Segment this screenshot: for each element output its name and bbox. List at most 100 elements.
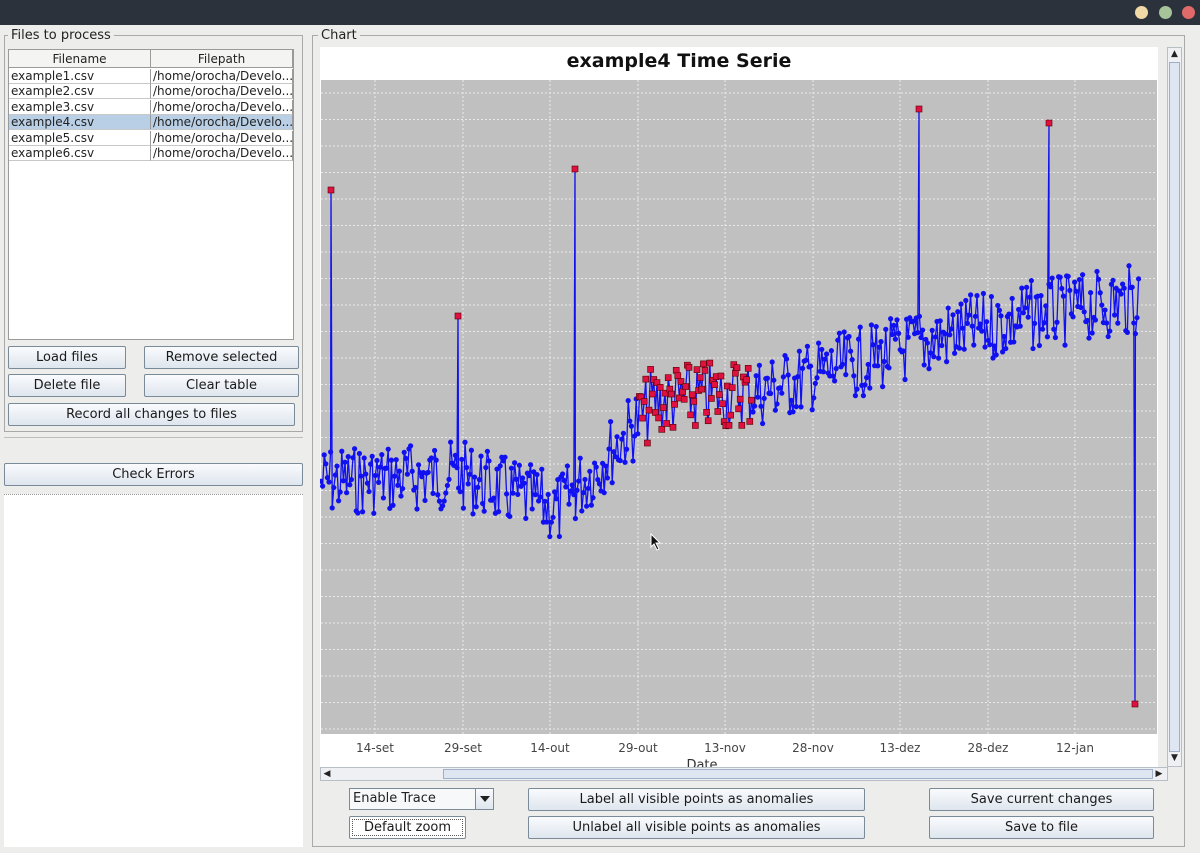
anomaly-point[interactable] <box>688 391 696 399</box>
series-point[interactable] <box>344 490 350 496</box>
series-point[interactable] <box>504 491 510 497</box>
series-point[interactable] <box>444 482 450 489</box>
series-point[interactable] <box>339 448 345 454</box>
chart-horizontal-scrollbar[interactable]: ◀ ▶ <box>320 767 1168 781</box>
filename-cell[interactable]: example6.csv <box>9 146 151 161</box>
series-point[interactable] <box>627 418 633 424</box>
series-point[interactable] <box>1136 276 1142 282</box>
filename-cell[interactable]: example3.csv <box>9 99 151 115</box>
series-point[interactable] <box>521 480 527 486</box>
series-point[interactable] <box>777 385 783 391</box>
series-point[interactable] <box>585 485 591 492</box>
series-point[interactable] <box>593 464 599 470</box>
series-point[interactable] <box>1105 333 1111 340</box>
series-point[interactable] <box>1097 290 1103 296</box>
series-point[interactable] <box>840 361 846 367</box>
series-point[interactable] <box>811 395 817 401</box>
anomaly-point[interactable] <box>733 364 741 371</box>
series-point[interactable] <box>480 500 486 507</box>
series-point[interactable] <box>945 305 951 311</box>
series-point[interactable] <box>1080 272 1086 278</box>
series-point[interactable] <box>619 436 625 442</box>
series-point[interactable] <box>942 331 948 337</box>
maximize-icon[interactable] <box>1159 6 1172 19</box>
series-point[interactable] <box>987 342 993 348</box>
series-point[interactable] <box>824 351 830 357</box>
series-point[interactable] <box>467 471 473 477</box>
series-point[interactable] <box>484 448 490 454</box>
series-point[interactable] <box>588 502 594 508</box>
series-point[interactable] <box>1017 323 1023 329</box>
column-header-filename[interactable]: Filename <box>9 50 151 68</box>
series-point[interactable] <box>1049 275 1055 281</box>
anomaly-point[interactable] <box>1131 700 1139 708</box>
series-point[interactable] <box>1094 268 1100 275</box>
default-zoom-button[interactable]: Default zoom <box>349 816 466 839</box>
series-point[interactable] <box>462 439 468 445</box>
series-point[interactable] <box>846 333 852 340</box>
load-files-button[interactable]: Load files <box>8 346 126 369</box>
chevron-down-icon[interactable] <box>475 789 493 809</box>
anomaly-point[interactable] <box>669 423 677 431</box>
series-point[interactable] <box>457 489 463 495</box>
filepath-cell[interactable]: /home/orocha/Develo... <box>151 130 293 146</box>
series-point[interactable] <box>468 447 474 453</box>
anomaly-point[interactable] <box>674 372 682 379</box>
filepath-cell[interactable]: /home/orocha/Develo... <box>151 115 293 131</box>
series-point[interactable] <box>952 350 958 356</box>
series-point[interactable] <box>1040 326 1046 332</box>
anomaly-point[interactable] <box>658 426 666 433</box>
series-point[interactable] <box>865 361 871 368</box>
series-point[interactable] <box>425 469 431 475</box>
series-point[interactable] <box>924 340 931 346</box>
series-point[interactable] <box>758 403 764 409</box>
vertical-scroll-thumb[interactable] <box>1169 62 1180 752</box>
series-point[interactable] <box>320 483 326 489</box>
series-point[interactable] <box>993 352 999 358</box>
series-point[interactable] <box>857 324 863 330</box>
series-point[interactable] <box>380 495 386 501</box>
series-point[interactable] <box>459 456 465 462</box>
series-point[interactable] <box>1059 285 1065 292</box>
anomaly-point[interactable] <box>717 372 725 380</box>
series-point[interactable] <box>620 430 626 436</box>
series-point[interactable] <box>584 503 590 509</box>
series-point[interactable] <box>321 452 327 458</box>
series-point[interactable] <box>617 457 623 464</box>
series-point[interactable] <box>900 348 907 354</box>
series-point[interactable] <box>998 313 1004 319</box>
series-point[interactable] <box>385 446 391 452</box>
anomaly-point[interactable] <box>700 360 707 368</box>
series-point[interactable] <box>1112 312 1118 318</box>
series-point[interactable] <box>572 515 578 522</box>
table-row[interactable]: example5.csv/home/orocha/Develo... <box>9 130 293 146</box>
series-point[interactable] <box>529 506 535 512</box>
series-point[interactable] <box>902 376 908 383</box>
filepath-cell[interactable]: /home/orocha/Develo... <box>151 84 293 100</box>
series-point[interactable] <box>460 505 466 511</box>
series-point[interactable] <box>328 449 334 455</box>
series-point[interactable] <box>587 468 593 474</box>
anomaly-point[interactable] <box>701 367 709 374</box>
series-point[interactable] <box>867 385 873 391</box>
series-point[interactable] <box>539 466 545 472</box>
series-point[interactable] <box>808 363 814 369</box>
series-point[interactable] <box>793 404 799 410</box>
chart-area[interactable]: example4 Time Serie 14-set 29-set 14-out 29… <box>318 47 1158 773</box>
series-point[interactable] <box>785 372 791 378</box>
anomaly-point[interactable] <box>711 381 718 388</box>
anomaly-point[interactable] <box>748 396 755 404</box>
series-point[interactable] <box>497 463 503 469</box>
series-point[interactable] <box>841 329 847 335</box>
series-point[interactable] <box>486 458 492 464</box>
series-point[interactable] <box>881 358 887 365</box>
series-point[interactable] <box>918 334 924 341</box>
chart-vertical-scrollbar[interactable]: ▲ ▼ <box>1167 47 1182 767</box>
series-point[interactable] <box>422 497 428 504</box>
series-point[interactable] <box>569 482 575 488</box>
series-point[interactable] <box>347 482 353 488</box>
series-point[interactable] <box>760 420 766 427</box>
series-point[interactable] <box>1107 328 1113 334</box>
series-point[interactable] <box>878 339 884 345</box>
anomaly-point[interactable] <box>714 408 722 415</box>
